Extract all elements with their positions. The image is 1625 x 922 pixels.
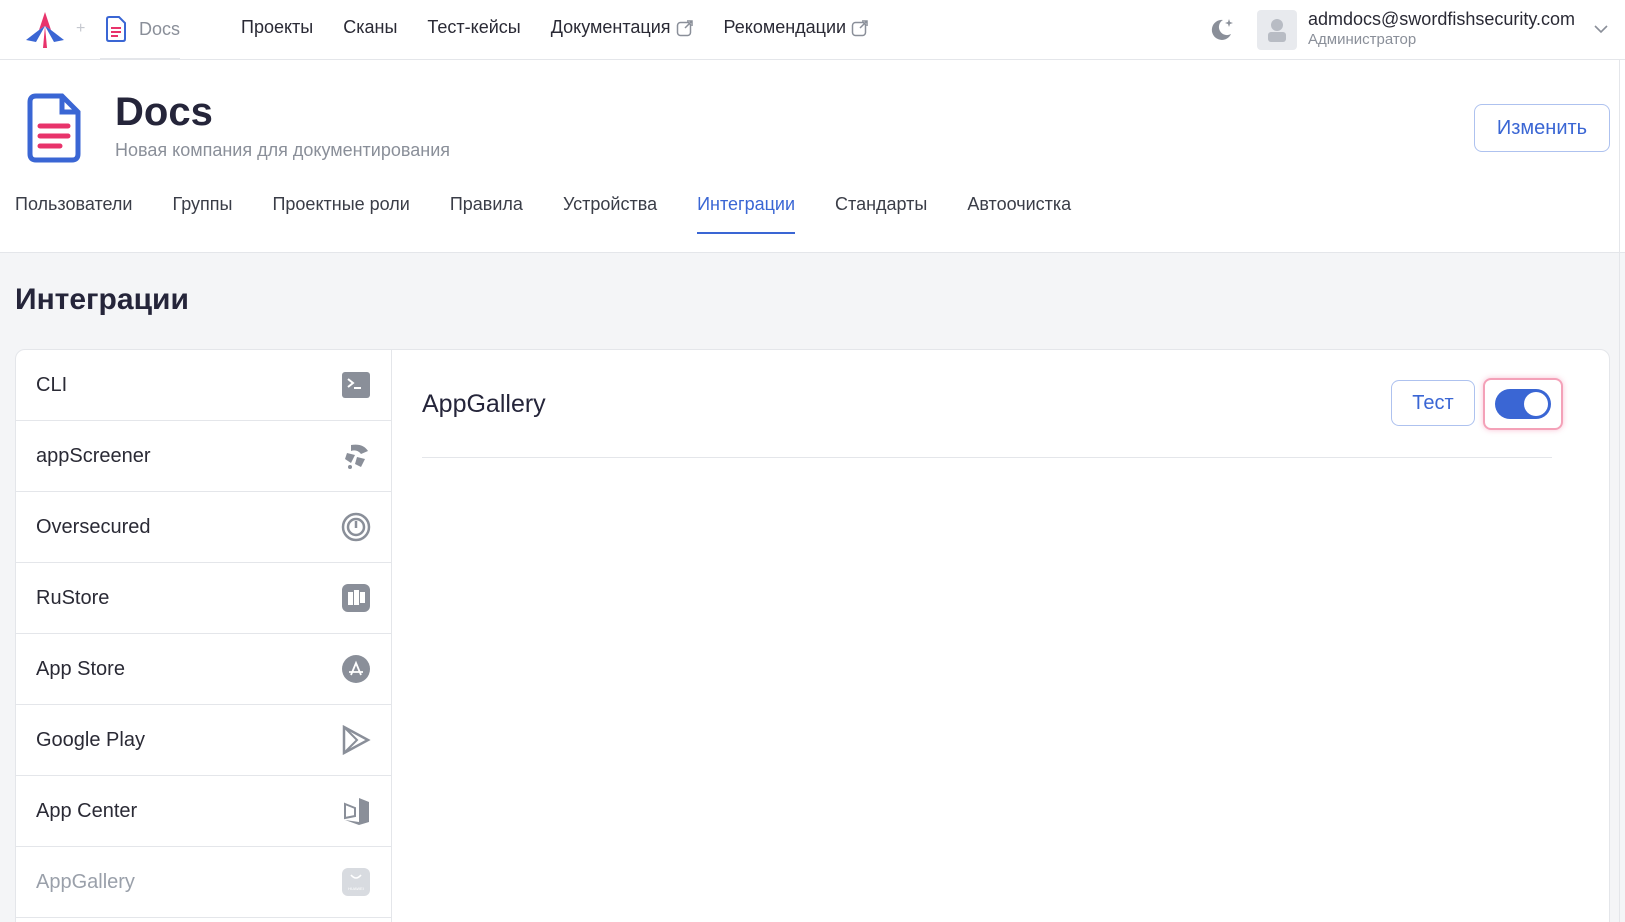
page-title: Docs [115, 90, 213, 134]
integration-label: CLI [36, 373, 68, 396]
user-silhouette-icon [1268, 19, 1286, 42]
settings-tabs: Пользователи Группы Проектные роли Правила У… [15, 194, 1111, 234]
swordfish-logo-icon[interactable] [24, 10, 66, 50]
external-link-icon [851, 19, 868, 36]
integrations-list: CLI appScreener Oversecured RuStore App Stor… [16, 350, 392, 922]
integration-label: RuStore [36, 586, 110, 609]
integration-label: App Center [36, 799, 138, 822]
document-icon [106, 16, 126, 42]
company-document-icon [27, 93, 81, 163]
right-edge-divider [1619, 60, 1620, 922]
integration-label: appScreener [36, 444, 151, 467]
tab-2[interactable]: Проектные роли [272, 194, 409, 233]
external-link-icon [676, 19, 693, 36]
nav-item-2[interactable]: Тест-кейсы [427, 17, 520, 38]
oversecured-icon [341, 512, 371, 542]
company-description: Новая компания для документирования [115, 140, 450, 160]
google-play-icon [342, 725, 371, 755]
plus-icon: + [76, 20, 86, 37]
tab-4[interactable]: Устройства [563, 194, 657, 233]
tab-0[interactable]: Пользователи [15, 194, 132, 233]
integration-title: AppGallery [422, 390, 546, 418]
user-email[interactable]: admdocs@swordfishsecurity.com [1308, 9, 1575, 30]
integration-item-3[interactable]: RuStore [16, 563, 391, 634]
tab-1[interactable]: Группы [172, 194, 232, 233]
nav-item-3[interactable]: Документация [551, 17, 694, 38]
app-center-icon [344, 798, 369, 825]
test-button[interactable]: Тест [1391, 380, 1475, 426]
tab-5[interactable]: Интеграции [697, 194, 795, 234]
chevron-down-icon[interactable] [1594, 24, 1608, 34]
toggle-focus-ring [1483, 378, 1563, 430]
integration-item-4[interactable]: App Store [16, 634, 391, 705]
edit-button[interactable]: Изменить [1474, 104, 1610, 152]
toggle-knob [1524, 392, 1548, 416]
integration-item-5[interactable]: Google Play [16, 705, 391, 776]
breadcrumb-company[interactable]: Docs [139, 19, 180, 40]
integrations-panel: CLI appScreener Oversecured RuStore App Stor… [15, 349, 1610, 922]
integration-item-7[interactable]: AppGallery HUAWEI [16, 847, 391, 918]
nav-item-0[interactable]: Проекты [241, 17, 313, 38]
nav-item-4[interactable]: Рекомендации [724, 17, 870, 38]
nav-item-label: Рекомендации [723, 17, 847, 37]
tab-6[interactable]: Стандарты [835, 194, 927, 233]
svg-text:HUAWEI: HUAWEI [348, 886, 364, 891]
tab-7[interactable]: Автоочистка [967, 194, 1071, 233]
integration-item-6[interactable]: App Center [16, 776, 391, 847]
nav-item-label: Документация [550, 17, 671, 37]
tab-3[interactable]: Правила [450, 194, 523, 233]
integration-label: AppGallery [36, 870, 135, 893]
terminal-icon [342, 372, 370, 398]
appgallery-icon: HUAWEI [342, 868, 370, 896]
avatar[interactable] [1257, 10, 1297, 50]
nav-item-1[interactable]: Сканы [343, 17, 397, 38]
company-header: Docs Новая компания для документирования… [0, 60, 1625, 253]
nav-item-label: Тест-кейсы [427, 17, 521, 37]
user-role: Администратор [1308, 31, 1417, 48]
main-nav: Проекты Сканы Тест-кейсы Документация Рекоме… [241, 17, 899, 38]
theme-toggle-moon-icon[interactable] [1207, 16, 1235, 44]
integration-item-0[interactable]: CLI [16, 350, 391, 421]
app-store-icon [342, 655, 370, 683]
integration-label: App Store [36, 657, 125, 680]
section-title: Интеграции [15, 283, 189, 316]
rustore-icon [342, 584, 370, 612]
nav-item-label: Сканы [343, 17, 398, 37]
integration-item-2[interactable]: Oversecured [16, 492, 391, 563]
integration-item-1[interactable]: appScreener [16, 421, 391, 492]
enable-toggle[interactable] [1495, 389, 1551, 419]
detail-divider [422, 457, 1552, 458]
integration-label: Oversecured [36, 515, 151, 538]
integration-label: Google Play [36, 728, 145, 751]
top-bar: + Docs Проекты Сканы Тест-кейсы Документаци… [0, 0, 1625, 60]
nav-item-label: Проекты [241, 17, 314, 37]
appscreener-icon [345, 444, 368, 469]
integration-detail: AppGallery Тест [422, 350, 1582, 922]
